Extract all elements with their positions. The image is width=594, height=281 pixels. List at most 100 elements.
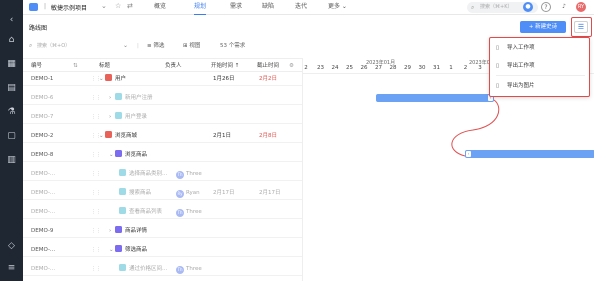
- menu-icon[interactable]: ≡: [5, 262, 18, 275]
- table-row[interactable]: DEMO-... ⋮⋮ 选择商品类别... Th Three: [23, 167, 302, 181]
- filter-button[interactable]: ≡ 筛选: [147, 40, 164, 52]
- col-id[interactable]: 编号: [31, 59, 42, 73]
- table-row[interactable]: DEMO-... ⋮⋮ ⌄ 筛选商品: [23, 243, 302, 257]
- row-id[interactable]: DEMO-...: [31, 186, 55, 200]
- tab-defects[interactable]: 缺陷: [262, 0, 274, 15]
- settings-icon[interactable]: ⚙: [289, 59, 294, 73]
- doc-icon[interactable]: ▢: [5, 130, 18, 143]
- drag-handle-icon[interactable]: ⋮⋮: [91, 243, 101, 257]
- owner[interactable]: Ry Ryan: [176, 186, 200, 200]
- cube-icon[interactable]: ◇: [5, 240, 18, 253]
- tab-overview[interactable]: 概览: [154, 0, 166, 15]
- row-end[interactable]: 2月8日: [259, 129, 277, 143]
- row-start[interactable]: 2月17日: [213, 186, 235, 200]
- row-id[interactable]: DEMO-2: [31, 129, 53, 143]
- test-icon[interactable]: ⚗: [5, 106, 18, 119]
- table-row[interactable]: DEMO-... ⋮⋮ 搜索商品 Ry Ryan 2月17日 2月17日: [23, 186, 302, 200]
- row-id[interactable]: DEMO-...: [31, 262, 55, 276]
- table-row[interactable]: DEMO-2 ⋮⋮ ⌄ 浏览商城 2月1日 2月8日: [23, 129, 302, 143]
- drag-handle-icon[interactable]: ⋮⋮: [91, 205, 101, 219]
- row-id[interactable]: DEMO-...: [31, 205, 55, 219]
- search-icon: ⌕: [29, 42, 33, 49]
- drag-handle-icon[interactable]: ⋮⋮: [91, 186, 101, 200]
- menu-item-export[interactable]: ▯ 导出工作项: [496, 60, 535, 72]
- row-id[interactable]: DEMO-9: [31, 224, 53, 238]
- gantt-bar-demo-2[interactable]: ‹: [465, 150, 594, 158]
- drag-handle-icon[interactable]: ⋮⋮: [91, 224, 101, 238]
- row-id[interactable]: DEMO-...: [31, 167, 55, 181]
- row-start[interactable]: 2月1日: [213, 129, 231, 143]
- row-title[interactable]: ⌄ 浏览商城: [99, 129, 137, 143]
- roadmap-search-input[interactable]: ⌕ 搜索（⌘+O）: [27, 40, 127, 52]
- book-icon[interactable]: ▥: [5, 154, 18, 167]
- col-end[interactable]: 截止时间: [257, 59, 279, 73]
- view-button[interactable]: ⊞ 视图: [183, 40, 200, 52]
- row-id[interactable]: DEMO-1: [31, 72, 53, 86]
- tab-requirements[interactable]: 需求: [230, 0, 242, 15]
- row-id[interactable]: DEMO-8: [31, 148, 53, 162]
- star-icon[interactable]: ☆: [115, 2, 121, 10]
- owner-name: Three: [186, 209, 202, 215]
- new-epic-button[interactable]: + 新建史诗: [520, 21, 566, 33]
- row-title[interactable]: › 用户登录: [109, 110, 147, 124]
- drag-handle-icon[interactable]: ⋮⋮: [91, 148, 101, 162]
- gantt-day: 23: [317, 65, 324, 71]
- col-title[interactable]: 标题: [99, 59, 110, 73]
- table-row[interactable]: DEMO-9 ⋮⋮ › 商品详情: [23, 224, 302, 238]
- user-avatar[interactable]: RY: [576, 2, 586, 12]
- menu-item-export-image[interactable]: ▯ 导出为图片: [496, 80, 535, 92]
- add-icon[interactable]: ●: [523, 2, 533, 12]
- owner[interactable]: Th Three: [176, 262, 202, 276]
- bell-icon[interactable]: ♪: [559, 2, 569, 12]
- row-id[interactable]: DEMO-6: [31, 91, 53, 105]
- menu-item-import[interactable]: ▯ 导入工作项: [496, 42, 535, 54]
- gantt-day: 25: [346, 65, 353, 71]
- tab-iterations[interactable]: 迭代: [295, 0, 307, 15]
- row-title[interactable]: ⌄ 用户: [99, 72, 126, 86]
- col-start[interactable]: 开始时间 ↑: [211, 59, 239, 73]
- help-icon[interactable]: ?: [541, 2, 551, 12]
- row-start[interactable]: 1月26日: [213, 72, 235, 86]
- back-icon[interactable]: ‹: [5, 14, 18, 27]
- avatar: Th: [176, 171, 184, 179]
- project-title[interactable]: 敏捷示例项目: [51, 3, 87, 12]
- table-row[interactable]: DEMO-1 ⋮⋮ ⌄ 用户 1月26日 2月2日: [23, 72, 302, 86]
- row-title[interactable]: 查看商品列表: [119, 205, 162, 219]
- switch-icon[interactable]: ⇄: [127, 2, 133, 10]
- drag-handle-icon[interactable]: ⋮⋮: [91, 262, 101, 276]
- tab-more[interactable]: 更多 ⌄: [328, 0, 347, 15]
- row-title[interactable]: ⌄ 浏览商品: [109, 148, 147, 162]
- divider: |: [137, 43, 139, 49]
- bar-start-handle[interactable]: ‹: [466, 151, 471, 157]
- row-title[interactable]: 搜索商品: [119, 186, 151, 200]
- drag-handle-icon[interactable]: ⋮⋮: [91, 110, 101, 124]
- row-id[interactable]: DEMO-...: [31, 243, 55, 257]
- search-icon: ⌕: [471, 4, 475, 11]
- chevron-down-icon[interactable]: ⌄: [101, 2, 107, 10]
- table-row[interactable]: DEMO-8 ⋮⋮ ⌄ 浏览商品: [23, 148, 302, 162]
- type-tag-icon: [119, 207, 126, 214]
- tab-planning[interactable]: 规划: [194, 0, 207, 15]
- table-row[interactable]: DEMO-... ⋮⋮ 通过价格区间... Th Three: [23, 262, 302, 276]
- owner[interactable]: Th Three: [176, 205, 202, 219]
- row-title[interactable]: 通过价格区间...: [119, 262, 167, 276]
- table-row[interactable]: DEMO-6 ⋮⋮ › 新用户注册: [23, 91, 302, 105]
- owner[interactable]: Th Three: [176, 167, 202, 181]
- apps-icon[interactable]: ▦: [5, 58, 18, 71]
- col-owner[interactable]: 负责人: [165, 59, 182, 73]
- row-title[interactable]: › 商品详情: [109, 224, 147, 238]
- drag-handle-icon[interactable]: ⋮⋮: [91, 167, 101, 181]
- row-title[interactable]: › 新用户注册: [109, 91, 153, 105]
- sort-icon[interactable]: ⇅: [73, 59, 78, 73]
- chevron-down-icon[interactable]: ⌄: [123, 40, 128, 52]
- row-id[interactable]: DEMO-7: [31, 110, 53, 124]
- row-title[interactable]: 选择商品类别...: [119, 167, 167, 181]
- table-row[interactable]: DEMO-... ⋮⋮ 查看商品列表 Th Three: [23, 205, 302, 219]
- row-end[interactable]: 2月17日: [259, 186, 281, 200]
- drag-handle-icon[interactable]: ⋮⋮: [91, 91, 101, 105]
- row-end[interactable]: 2月2日: [259, 72, 277, 86]
- table-row[interactable]: DEMO-7 ⋮⋮ › 用户登录: [23, 110, 302, 124]
- row-title[interactable]: ⌄ 筛选商品: [109, 243, 147, 257]
- home-icon[interactable]: ⌂: [5, 34, 18, 47]
- project-icon[interactable]: ▤: [5, 82, 18, 95]
